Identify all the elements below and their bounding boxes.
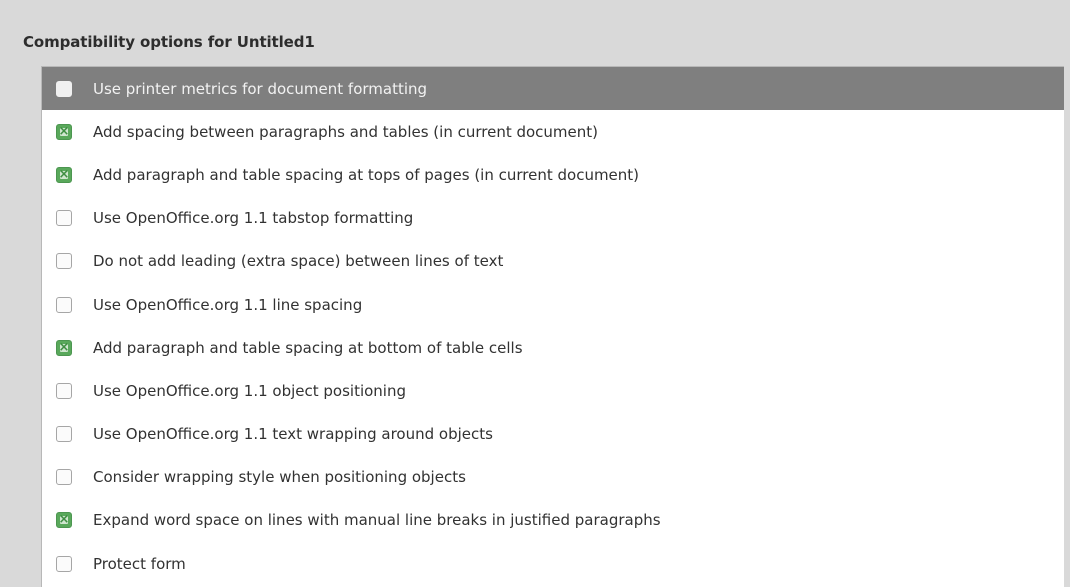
option-row[interactable]: Add spacing between paragraphs and table…	[42, 110, 1064, 153]
option-label: Add paragraph and table spacing at botto…	[93, 338, 523, 357]
option-row[interactable]: Use OpenOffice.org 1.1 text wrapping aro…	[42, 413, 1064, 456]
checkbox[interactable]	[56, 555, 72, 572]
option-label: Consider wrapping style when positioning…	[93, 468, 466, 487]
checkbox[interactable]	[56, 122, 72, 142]
option-label: Add spacing between paragraphs and table…	[93, 122, 599, 141]
compatibility-options-list[interactable]: Use printer metrics for document formatt…	[41, 66, 1064, 587]
checkbox[interactable]	[56, 210, 72, 227]
option-row[interactable]: Do not add leading (extra space) between…	[42, 240, 1064, 283]
option-label: Protect form	[93, 554, 186, 573]
option-label: Do not add leading (extra space) between…	[93, 252, 504, 271]
frame-title: Compatibility options for Untitled1	[23, 33, 315, 51]
option-row[interactable]: Use OpenOffice.org 1.1 object positionin…	[42, 369, 1064, 412]
checkbox[interactable]	[56, 296, 72, 313]
option-row[interactable]: Add paragraph and table spacing at botto…	[42, 326, 1064, 369]
option-label: Add paragraph and table spacing at tops …	[93, 165, 640, 184]
option-row[interactable]: Add paragraph and table spacing at tops …	[42, 153, 1064, 196]
option-label: Expand word space on lines with manual l…	[93, 511, 661, 530]
option-row[interactable]: Protect form	[42, 542, 1064, 585]
checkbox[interactable]	[56, 426, 72, 443]
option-row[interactable]: Use OpenOffice.org 1.1 tabstop formattin…	[42, 197, 1064, 240]
checkbox[interactable]	[56, 382, 72, 399]
checkbox[interactable]	[56, 253, 72, 270]
checkbox[interactable]	[56, 469, 72, 486]
option-row[interactable]: Consider wrapping style when positioning…	[42, 456, 1064, 499]
option-label: Use OpenOffice.org 1.1 text wrapping aro…	[93, 425, 493, 444]
option-label: Use printer metrics for document formatt…	[93, 79, 428, 98]
option-row[interactable]: Use printer metrics for document formatt…	[42, 67, 1064, 111]
checkbox[interactable]	[56, 80, 72, 97]
checkbox[interactable]	[56, 510, 72, 530]
checkbox[interactable]	[56, 338, 72, 358]
option-label: Use OpenOffice.org 1.1 line spacing	[93, 295, 363, 314]
option-row[interactable]: Use OpenOffice.org 1.1 line spacing	[42, 283, 1064, 326]
option-row[interactable]: Expand word space on lines with manual l…	[42, 499, 1064, 542]
option-label: Use OpenOffice.org 1.1 tabstop formattin…	[93, 209, 414, 228]
checkbox[interactable]	[56, 165, 72, 185]
option-label: Use OpenOffice.org 1.1 object positionin…	[93, 381, 407, 400]
